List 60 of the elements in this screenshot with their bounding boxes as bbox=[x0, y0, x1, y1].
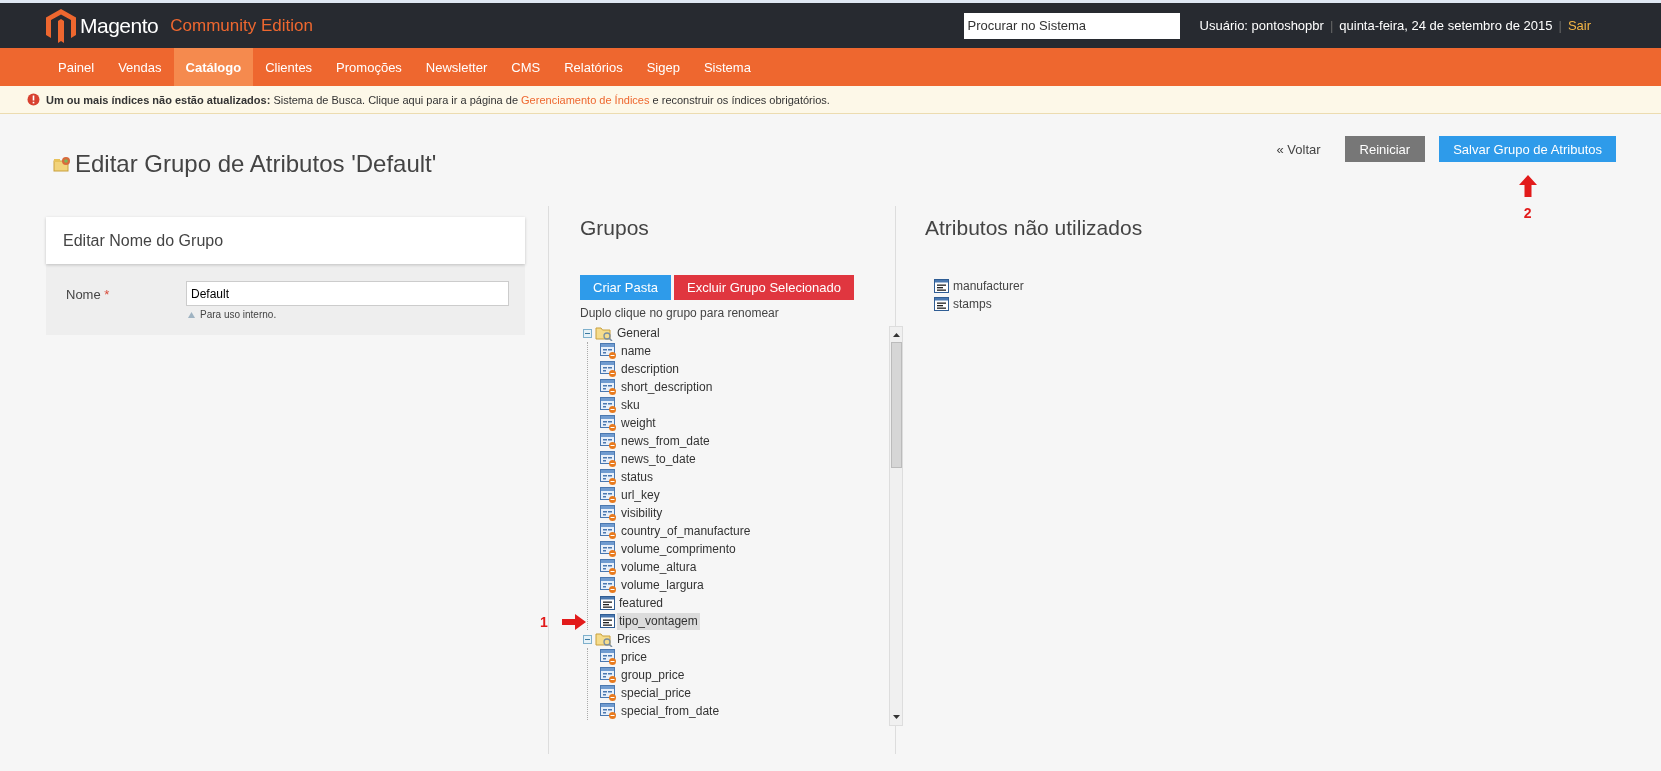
warning-icon bbox=[27, 93, 40, 106]
attribute-item[interactable]: special_from_date bbox=[619, 702, 722, 720]
annotation-number: 2 bbox=[1523, 205, 1532, 221]
folder-icon bbox=[595, 631, 613, 647]
separator: | bbox=[1329, 18, 1334, 33]
group-folder[interactable]: General bbox=[615, 324, 662, 342]
date-label: quinta-feira, 24 de setembro de 2015 bbox=[1339, 18, 1553, 33]
logo-icon bbox=[46, 8, 76, 43]
field-hint: Para uso interno. bbox=[200, 309, 277, 320]
collapse-icon[interactable] bbox=[583, 328, 592, 338]
attribute-item[interactable]: short_description bbox=[619, 378, 715, 396]
scroll-thumb[interactable] bbox=[890, 342, 902, 468]
annotation-arrow-icon bbox=[561, 614, 586, 630]
attribute-item[interactable]: stamps bbox=[951, 295, 994, 313]
search-field[interactable]: Procurar no Sistema bbox=[963, 12, 1180, 39]
user-label: Usuário: pontoshopbr bbox=[1199, 18, 1324, 33]
separator: | bbox=[1558, 18, 1562, 33]
group-folder[interactable]: Prices bbox=[615, 630, 653, 648]
attribute-item[interactable]: sku bbox=[619, 396, 642, 414]
delete-group-button[interactable]: Excluir Grupo Selecionado bbox=[674, 275, 854, 300]
back-link[interactable]: « Voltar bbox=[1266, 136, 1331, 163]
attribute-item[interactable]: weight bbox=[619, 414, 658, 432]
folder-edit-icon bbox=[53, 156, 71, 172]
page-title: Editar Grupo de Atributos 'Default' bbox=[75, 150, 437, 178]
scroll-up-icon[interactable] bbox=[892, 333, 900, 337]
reset-button[interactable]: Reiniciar bbox=[1344, 136, 1426, 162]
attribute-item[interactable]: manufacturer bbox=[951, 277, 1026, 295]
groups-hint: Duplo clique no grupo para renomear bbox=[580, 306, 780, 320]
attribute-item[interactable]: news_from_date bbox=[619, 432, 712, 450]
attribute-item[interactable]: country_of_manufacture bbox=[619, 522, 753, 540]
annotation-arrow-icon bbox=[1518, 175, 1537, 197]
triangle-icon bbox=[188, 311, 195, 318]
name-field[interactable]: Default bbox=[186, 281, 509, 306]
attribute-item[interactable]: tipo_vontagem bbox=[617, 612, 700, 630]
notice-text: Um ou mais índices não estão atualizados: Sistema de Busca. Clique aqui para ir a página de Gerenciamento de Índices e reconstruir os índices obrigatórios. bbox=[46, 93, 830, 106]
groups-heading: Grupos bbox=[580, 216, 650, 240]
attribute-item[interactable]: url_key bbox=[619, 486, 662, 504]
attribute-item[interactable]: featured bbox=[617, 594, 666, 612]
panel-title: Editar Nome do Grupo bbox=[63, 231, 224, 250]
attribute-item[interactable]: group_price bbox=[619, 666, 687, 684]
scroll-down-icon[interactable] bbox=[892, 715, 900, 719]
attribute-item[interactable]: volume_comprimento bbox=[619, 540, 738, 558]
collapse-icon[interactable] bbox=[583, 634, 592, 644]
logo-text: Magento bbox=[80, 13, 159, 38]
folder-icon bbox=[595, 325, 613, 341]
unused-attributes-heading: Atributos não utilizados bbox=[925, 216, 1144, 240]
attribute-item[interactable]: price bbox=[619, 648, 649, 666]
attribute-item[interactable]: volume_largura bbox=[619, 576, 706, 594]
logout-link[interactable]: Sair bbox=[1567, 18, 1591, 33]
attribute-item[interactable]: visibility bbox=[619, 504, 665, 522]
attribute-item[interactable]: special_price bbox=[619, 684, 694, 702]
annotation-number: 1 bbox=[540, 614, 548, 630]
scrollbar[interactable] bbox=[889, 326, 903, 726]
attribute-item[interactable]: news_to_date bbox=[619, 450, 698, 468]
attribute-item[interactable]: name bbox=[619, 342, 654, 360]
attribute-item[interactable]: status bbox=[619, 468, 655, 486]
field-label: Nome * bbox=[66, 286, 111, 304]
attribute-item[interactable]: volume_altura bbox=[619, 558, 699, 576]
attribute-item[interactable]: description bbox=[619, 360, 682, 378]
edition-label: Community Edition bbox=[170, 15, 313, 36]
